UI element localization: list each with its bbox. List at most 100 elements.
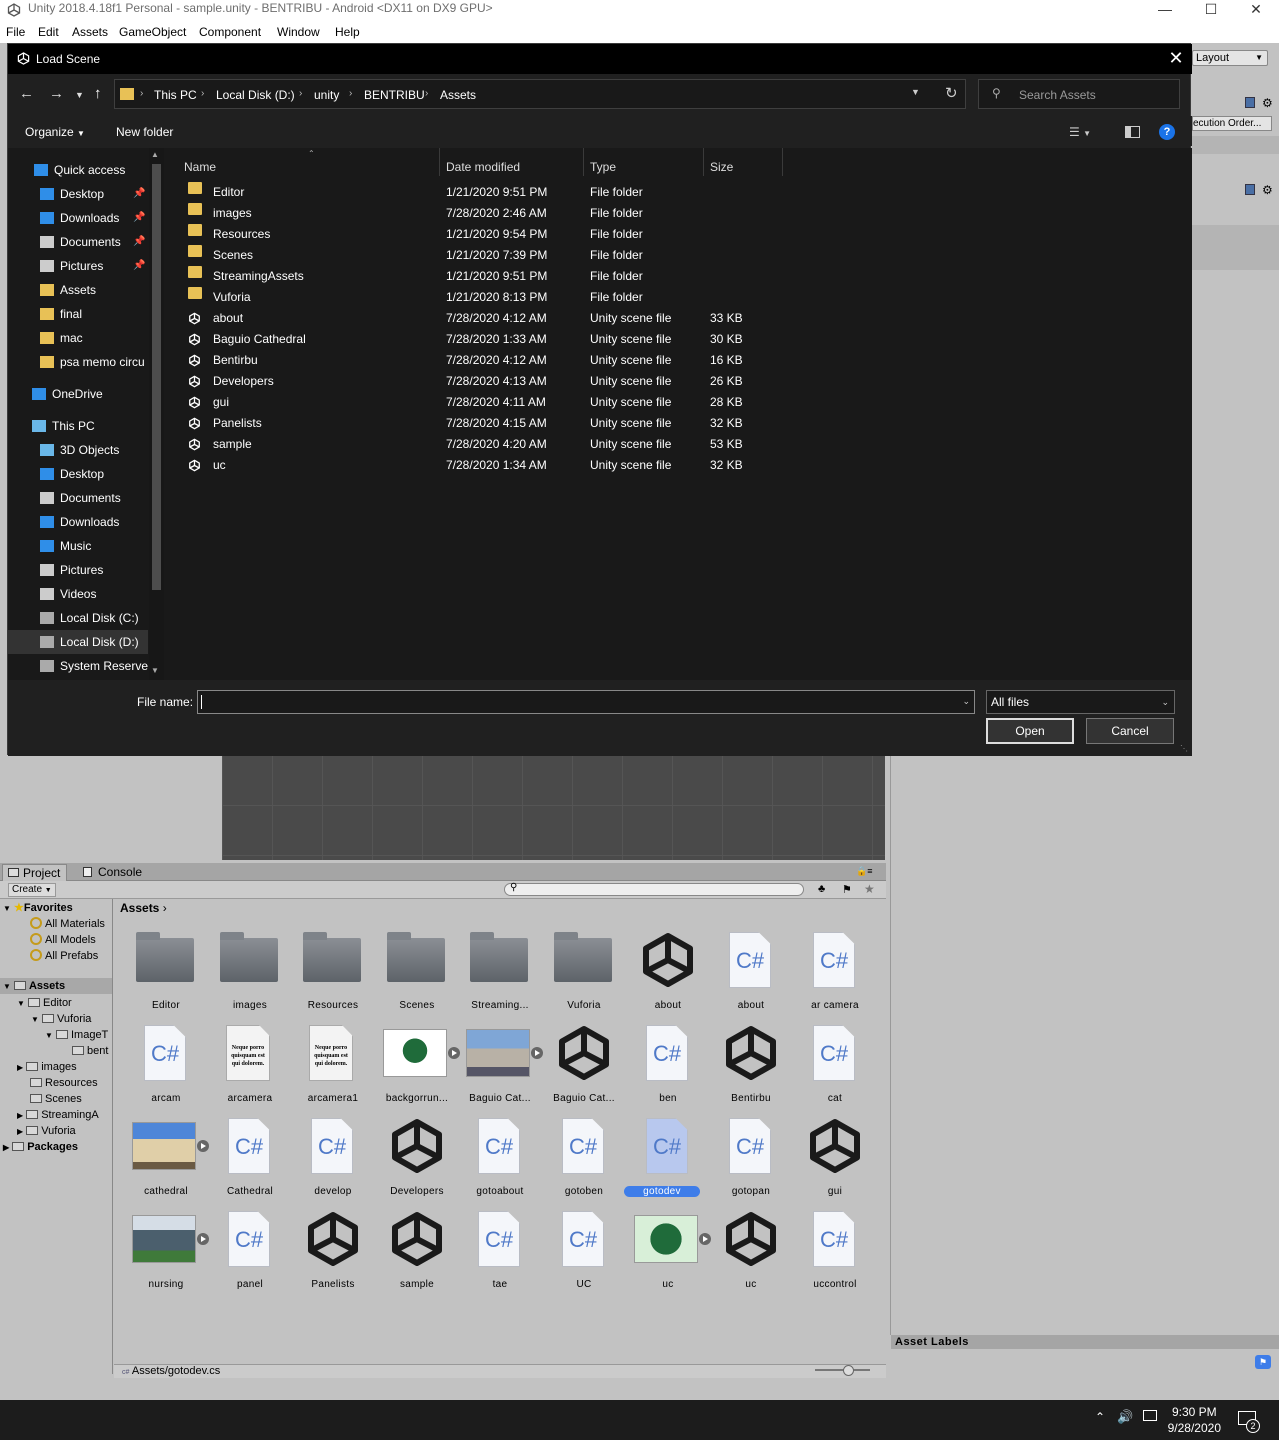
menu-assets[interactable]: Assets bbox=[72, 25, 108, 39]
tab-project[interactable]: Project bbox=[2, 864, 68, 881]
nav-item-psa-memo-circu[interactable]: psa memo circu bbox=[8, 350, 148, 374]
network-icon[interactable] bbox=[1143, 1410, 1157, 1421]
scene-view[interactable] bbox=[222, 755, 885, 860]
file-row[interactable]: Resources 1/21/2020 9:54 PM File folder bbox=[184, 224, 1184, 245]
expand-arrow-icon[interactable] bbox=[699, 1233, 711, 1245]
asset-item[interactable]: C# Cathedral bbox=[210, 1112, 290, 1202]
expand-arrow-icon[interactable] bbox=[197, 1140, 209, 1152]
menu-edit[interactable]: Edit bbox=[38, 25, 59, 39]
open-button[interactable]: Open bbox=[986, 718, 1074, 744]
tree-folder-item[interactable]: Resources bbox=[30, 1075, 98, 1091]
column-size[interactable]: Size bbox=[710, 160, 733, 174]
nav-item-downloads[interactable]: Downloads bbox=[8, 510, 148, 534]
column-type[interactable]: Type bbox=[590, 160, 616, 174]
nav-item-3d-objects[interactable]: 3D Objects bbox=[8, 438, 148, 462]
nav-item-system-reservec[interactable]: System Reservec bbox=[8, 654, 148, 678]
asset-item[interactable]: gui bbox=[795, 1112, 875, 1202]
expand-arrow-icon[interactable] bbox=[448, 1047, 460, 1059]
asset-item[interactable]: cathedral bbox=[126, 1112, 209, 1202]
lock-icon[interactable]: 🔒≡ bbox=[856, 866, 872, 877]
breadcrumb-local-disk[interactable]: Local Disk (D:) bbox=[216, 88, 295, 102]
column-divider[interactable] bbox=[703, 148, 704, 176]
expand-arrow-icon[interactable] bbox=[531, 1047, 543, 1059]
asset-item[interactable]: Editor bbox=[126, 926, 206, 1016]
asset-item[interactable]: Baguio Cat... bbox=[460, 1019, 543, 1109]
breadcrumb-assets[interactable]: Assets bbox=[440, 88, 476, 102]
asset-item[interactable]: C# about bbox=[711, 926, 791, 1016]
column-name[interactable]: Name bbox=[184, 160, 216, 174]
back-arrow-icon[interactable]: ← bbox=[19, 85, 34, 102]
menu-gameobject[interactable]: GameObject bbox=[119, 25, 186, 39]
column-divider[interactable] bbox=[439, 148, 440, 176]
resize-grip-icon[interactable]: ⋱ bbox=[1180, 744, 1188, 753]
nav-item-quick-access[interactable]: Quick access bbox=[8, 158, 148, 182]
file-row[interactable]: Bentirbu 7/28/2020 4:12 AM Unity scene fil… bbox=[184, 350, 1184, 371]
menu-file[interactable]: File bbox=[6, 25, 25, 39]
asset-item[interactable]: C# develop bbox=[293, 1112, 373, 1202]
speaker-icon[interactable]: 🔊 bbox=[1117, 1409, 1133, 1425]
column-divider[interactable] bbox=[782, 148, 783, 176]
tree-folder-item[interactable]: bent bbox=[72, 1043, 108, 1059]
nav-item-pictures[interactable]: Pictures 📌 bbox=[8, 254, 148, 278]
nav-item-videos[interactable]: Videos bbox=[8, 582, 148, 606]
tree-packages[interactable]: ▶ Packages bbox=[3, 1139, 78, 1155]
search-assets-input[interactable]: ⚲ Search Assets bbox=[978, 79, 1180, 109]
tree-folder-item[interactable]: Scenes bbox=[30, 1091, 82, 1107]
file-row[interactable]: StreamingAssets 1/21/2020 9:51 PM File fol… bbox=[184, 266, 1184, 287]
file-row[interactable]: sample 7/28/2020 4:20 AM Unity scene file 5… bbox=[184, 434, 1184, 455]
asset-item[interactable]: backgorrun... bbox=[377, 1019, 460, 1109]
asset-item[interactable]: C# panel bbox=[210, 1205, 290, 1295]
layout-dropdown[interactable]: Layout ▼ bbox=[1192, 50, 1268, 66]
project-search-input[interactable]: ⚲ bbox=[504, 882, 804, 896]
nav-item-desktop[interactable]: Desktop 📌 bbox=[8, 182, 148, 206]
file-row[interactable]: images 7/28/2020 2:46 AM File folder bbox=[184, 203, 1184, 224]
tree-fav-item[interactable]: All Materials bbox=[30, 916, 105, 932]
help-icon[interactable]: ? bbox=[1159, 124, 1175, 140]
asset-item[interactable]: C# tae bbox=[460, 1205, 540, 1295]
forward-arrow-icon[interactable]: → bbox=[49, 85, 64, 102]
chevron-down-icon[interactable]: ▼ bbox=[911, 87, 920, 97]
scroll-up-icon[interactable]: ▲ bbox=[151, 150, 159, 159]
cancel-button[interactable]: Cancel bbox=[1086, 718, 1174, 744]
tree-folder-item[interactable]: ▼ ImageT bbox=[45, 1027, 108, 1043]
gear-icon[interactable]: ⚙ bbox=[1262, 96, 1273, 110]
file-type-select[interactable]: All files ⌄ bbox=[986, 690, 1175, 714]
breadcrumb-bentribu[interactable]: BENTRIBU bbox=[364, 88, 425, 102]
file-row[interactable]: Editor 1/21/2020 9:51 PM File folder bbox=[184, 182, 1184, 203]
create-dropdown[interactable]: Create ▼ bbox=[8, 883, 56, 897]
preview-pane-icon[interactable] bbox=[1125, 126, 1140, 138]
tree-folder-item[interactable]: ▶ images bbox=[17, 1059, 77, 1075]
nav-item-pictures[interactable]: Pictures bbox=[8, 558, 148, 582]
asset-item[interactable]: C# arcam bbox=[126, 1019, 206, 1109]
nav-item-music[interactable]: Music bbox=[8, 534, 148, 558]
asset-breadcrumb[interactable]: Assets › bbox=[120, 901, 167, 915]
asset-item[interactable]: Resources bbox=[293, 926, 373, 1016]
nav-item-onedrive[interactable]: OneDrive bbox=[8, 382, 148, 406]
chevron-down-icon[interactable]: ⌄ bbox=[962, 696, 970, 707]
menu-help[interactable]: Help bbox=[335, 25, 360, 39]
close-window-button[interactable]: ✕ bbox=[1233, 0, 1279, 22]
dialog-close-button[interactable]: ✕ bbox=[1164, 47, 1188, 69]
asset-item[interactable]: C# uccontrol bbox=[795, 1205, 875, 1295]
asset-item[interactable]: C# gotoben bbox=[544, 1112, 624, 1202]
expand-arrow-icon[interactable] bbox=[197, 1233, 209, 1245]
asset-item[interactable]: nursing bbox=[126, 1205, 209, 1295]
minimize-button[interactable]: — bbox=[1142, 0, 1188, 22]
execution-order-button[interactable]: ecution Order... bbox=[1192, 116, 1272, 131]
asset-item[interactable]: Streaming... bbox=[460, 926, 540, 1016]
asset-item[interactable]: images bbox=[210, 926, 290, 1016]
nav-item-documents[interactable]: Documents 📌 bbox=[8, 230, 148, 254]
maximize-button[interactable]: ☐ bbox=[1188, 0, 1234, 22]
tree-assets[interactable]: ▼ Assets bbox=[0, 978, 112, 994]
file-row[interactable]: uc 7/28/2020 1:34 AM Unity scene file 32 KB bbox=[184, 455, 1184, 476]
up-arrow-icon[interactable]: ↑ bbox=[94, 85, 102, 102]
gear-icon[interactable]: ⚙ bbox=[1262, 183, 1273, 197]
asset-item[interactable]: C# gotoabout bbox=[460, 1112, 540, 1202]
tree-folder-item[interactable]: ▼ Vuforia bbox=[31, 1011, 91, 1027]
asset-item[interactable]: C# ben bbox=[628, 1019, 708, 1109]
file-row[interactable]: Scenes 1/21/2020 7:39 PM File folder bbox=[184, 245, 1184, 266]
help-book-icon[interactable] bbox=[1245, 97, 1255, 108]
asset-item[interactable]: C# UC bbox=[544, 1205, 624, 1295]
file-row[interactable]: gui 7/28/2020 4:11 AM Unity scene file 28 K… bbox=[184, 392, 1184, 413]
view-options-icon[interactable]: ☰ ▼ bbox=[1069, 125, 1091, 139]
